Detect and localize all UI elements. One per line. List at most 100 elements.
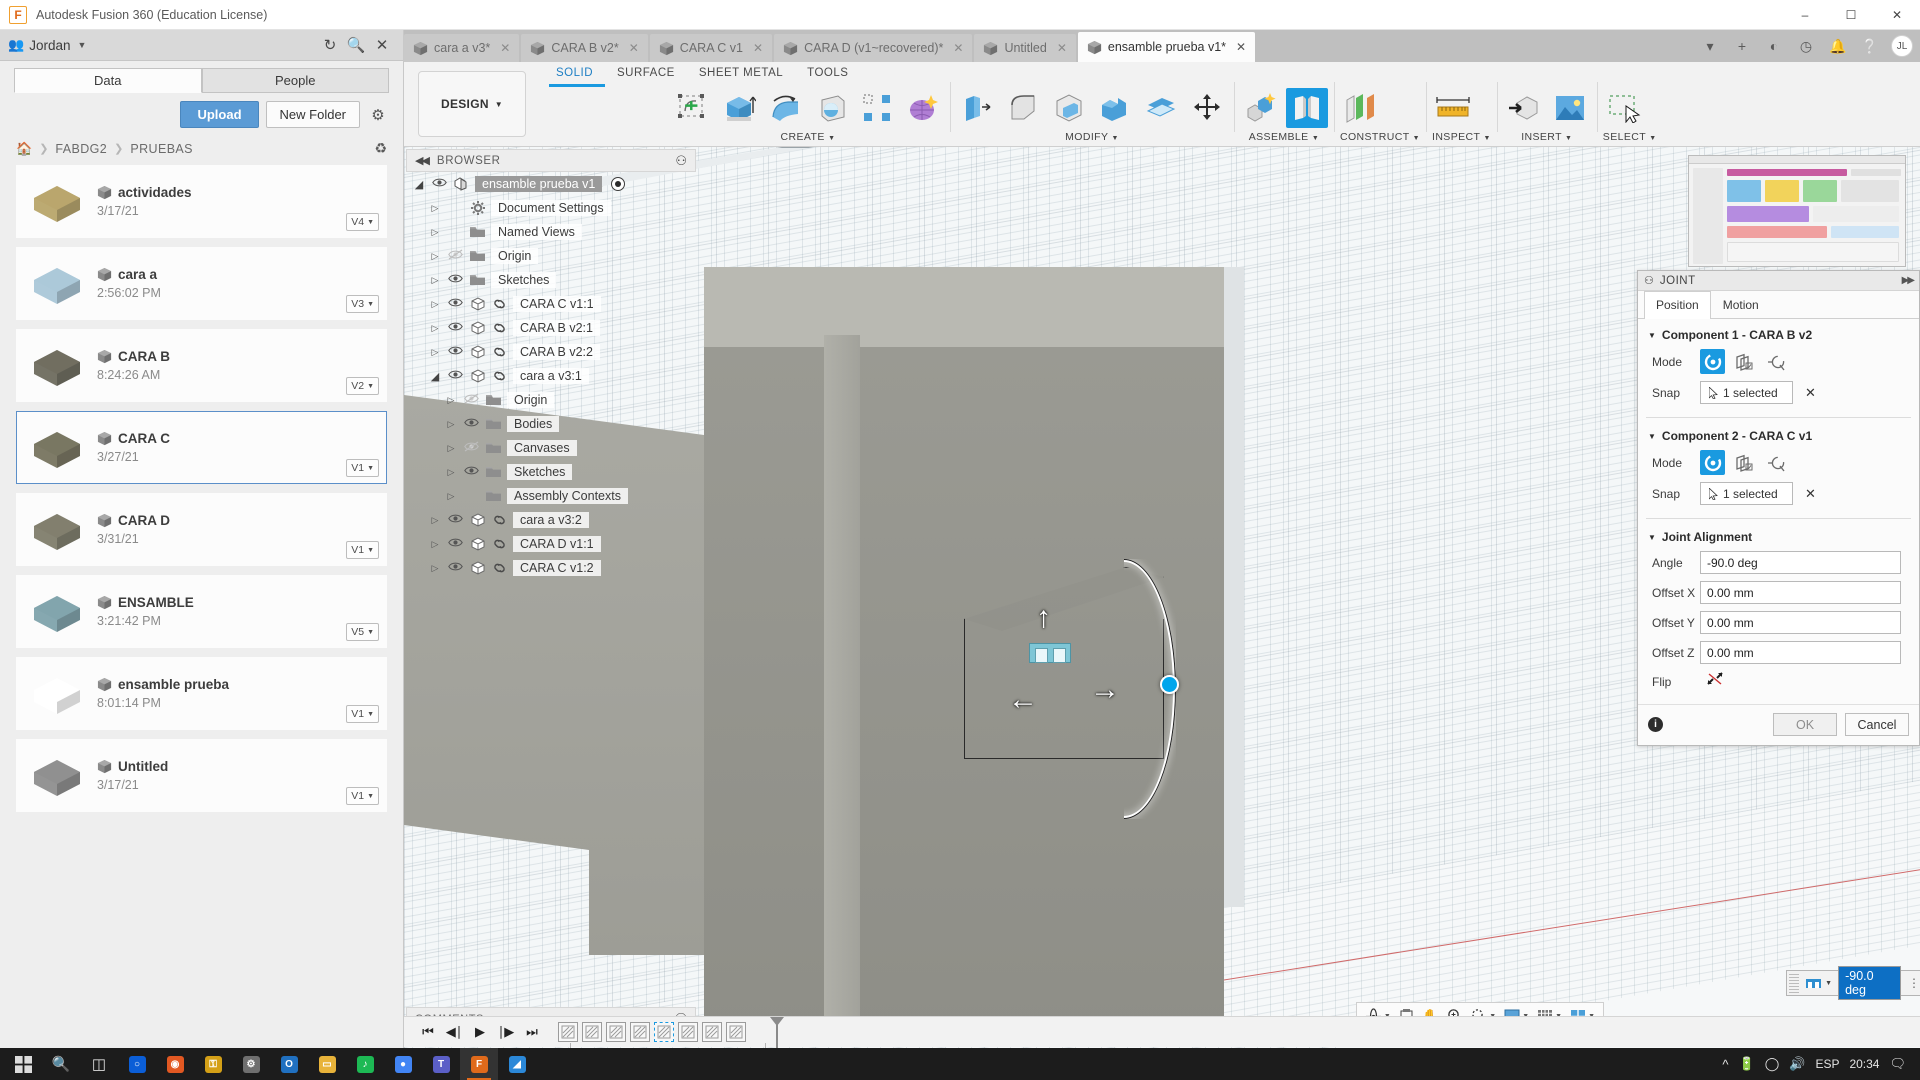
browser-tree-node[interactable]: ▷ Bodies [406,412,696,436]
browser-tree-node[interactable]: ▷ cara a v3:2 [406,508,696,532]
visibility-toggle-icon[interactable] [463,417,480,431]
avatar[interactable]: JL [1891,35,1913,57]
browser-tree-node[interactable]: ◢ ensamble prueba v1 [406,172,696,196]
document-tab[interactable]: Untitled ✕ [974,34,1076,62]
info-icon[interactable]: i [1648,717,1663,732]
mode-two-edge-intersection-icon[interactable] [1764,450,1789,475]
angle-value-input[interactable]: -90.0 deg [1838,966,1901,1000]
visibility-toggle-icon[interactable] [447,369,464,383]
tray-chevron-icon[interactable]: ^ [1722,1057,1728,1072]
fusion-icon[interactable]: F [460,1048,498,1080]
version-badge[interactable]: V3 ▼ [346,295,379,313]
wifi-icon[interactable]: ◯ [1765,1056,1780,1072]
data-panel-item[interactable]: cara a 2:56:02 PM V3 ▼ [16,247,387,320]
tab-position[interactable]: Position [1644,291,1711,319]
flip-icon[interactable] [1700,671,1724,692]
component-1-header[interactable]: ▼ Component 1 - CARA B v2 [1648,328,1909,342]
visibility-toggle-icon[interactable] [463,465,480,479]
collapsed-arrow-icon[interactable]: ▷ [428,251,442,262]
offset-plane-icon[interactable] [1340,88,1382,128]
visibility-toggle-icon[interactable] [431,177,448,191]
drag-handle[interactable] [1789,973,1800,993]
joint-alignment-header[interactable]: ▼ Joint Alignment [1648,530,1909,544]
cancel-button[interactable]: Cancel [1845,713,1909,736]
lock-icon[interactable]: ⚿ [194,1048,232,1080]
help-icon[interactable]: ❔ [1855,31,1885,61]
close-icon[interactable]: ✕ [500,41,510,55]
manipulator-left-arrow[interactable]: ← [1008,685,1038,715]
tab-people[interactable]: People [201,68,389,93]
collapsed-arrow-icon[interactable]: ▷ [428,299,442,310]
more-vertical-icon[interactable]: ⋮ [1904,976,1920,990]
expanded-caret-icon[interactable]: ◢ [428,370,442,383]
search-icon[interactable]: 🔍 [343,32,369,58]
timeline-feature[interactable] [558,1022,578,1042]
data-panel-item[interactable]: CARA C 3/27/21 V1 ▼ [16,411,387,484]
press-pull-icon[interactable] [956,88,998,128]
language-indicator[interactable]: ESP [1815,1057,1839,1071]
chevron-down-icon[interactable]: ▼ [1825,980,1832,987]
sync-icon[interactable]: ♻ [374,140,387,157]
minus-circle-icon[interactable]: ⚇ [1644,274,1654,287]
sweep-icon[interactable] [810,88,852,128]
skip-end-icon[interactable]: ⏭ [520,1020,544,1044]
angle-unit-icon[interactable]: ▼ [1802,977,1835,990]
revolve-icon[interactable] [764,88,806,128]
home-icon[interactable]: 🏠 [16,141,32,157]
data-panel-item[interactable]: CARA B 8:24:26 AM V2 ▼ [16,329,387,402]
close-icon[interactable]: ✕ [1057,41,1067,55]
collapsed-arrow-icon[interactable]: ▷ [428,515,442,526]
form-icon[interactable] [902,88,944,128]
move-copy-icon[interactable] [1186,88,1228,128]
windows-start-icon[interactable] [4,1048,42,1080]
refresh-icon[interactable]: ↻ [317,32,343,58]
browser-tree-node[interactable]: ▷ Assembly Contexts [406,484,696,508]
battery-icon[interactable]: 🔋 [1739,1056,1755,1072]
version-badge[interactable]: V2 ▼ [346,377,379,395]
browser-tree-node[interactable]: ▷ CARA B v2:2 [406,340,696,364]
component-2-header[interactable]: ▼ Component 2 - CARA C v1 [1648,429,1909,443]
collapsed-arrow-icon[interactable]: ▷ [444,443,458,454]
measure-icon[interactable] [1432,88,1474,128]
snap-selection-field[interactable]: 1 selected [1700,482,1793,505]
mode-simple-icon[interactable] [1700,349,1725,374]
collapsed-arrow-icon[interactable]: ▷ [428,227,442,238]
inline-value-editor[interactable]: ▼ -90.0 deg ⋮ [1786,966,1920,1000]
volume-icon[interactable]: 🔊 [1789,1056,1805,1072]
collapsed-arrow-icon[interactable]: ▷ [444,467,458,478]
visibility-toggle-icon[interactable] [447,537,464,551]
visibility-toggle-icon[interactable] [447,297,464,311]
action-center-icon[interactable]: 🗨 [1889,1056,1906,1072]
offset-z-input[interactable]: 0.00 mm [1700,641,1901,664]
manipulator-up-arrow[interactable]: ↑ [1036,603,1051,633]
clock[interactable]: 20:34 [1849,1058,1879,1071]
mode-two-edge-intersection-icon[interactable] [1764,349,1789,374]
clear-x-icon[interactable]: ✕ [1805,385,1816,401]
maximize-button[interactable]: ☐ [1828,0,1874,30]
close-icon[interactable]: ✕ [629,41,639,55]
document-tab[interactable]: cara a v3* ✕ [404,34,520,62]
data-panel-item[interactable]: actividades 3/17/21 V4 ▼ [16,165,387,238]
browser-tree-node[interactable]: ▷ Sketches [406,460,696,484]
settings-icon[interactable]: ⚙ [232,1048,270,1080]
version-badge[interactable]: V1 ▼ [346,705,379,723]
breadcrumb-item-folder[interactable]: PRUEBAS [130,142,193,156]
insert-canvas-icon[interactable] [1549,88,1591,128]
expanded-caret-icon[interactable]: ◢ [412,178,426,191]
offset-face-icon[interactable] [1140,88,1182,128]
chrome-icon[interactable]: ● [384,1048,422,1080]
snap-selection-field[interactable]: 1 selected [1700,381,1793,404]
timeline-feature[interactable] [678,1022,698,1042]
data-panel-item[interactable]: ENSAMBLE 3:21:42 PM V5 ▼ [16,575,387,648]
explorer-icon[interactable]: ▭ [308,1048,346,1080]
timeline-feature[interactable] [654,1022,674,1042]
minus-circle-icon[interactable]: ⚇ [675,153,687,169]
close-icon[interactable]: ✕ [953,41,963,55]
fillet-icon[interactable] [1002,88,1044,128]
visibility-toggle-icon[interactable] [447,345,464,359]
new-folder-button[interactable]: New Folder [265,101,360,128]
browser-tree-node[interactable]: ▷ Origin [406,388,696,412]
browser-tree-node[interactable]: ▷ CARA C v1:2 [406,556,696,580]
outlook-icon[interactable]: O [270,1048,308,1080]
create-sketch-icon[interactable] [672,88,714,128]
